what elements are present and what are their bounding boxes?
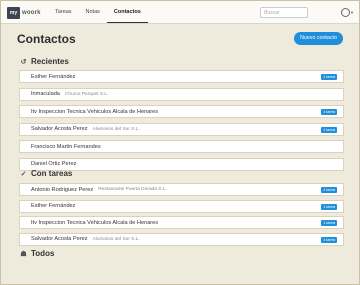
contact-name[interactable]: Salvador Acosta Perez: [31, 126, 88, 132]
contact-row[interactable]: Esther Fernández 1 tarea: [19, 70, 344, 83]
top-nav-bar: my woork Tareas Notas Contactos Buscar ▼: [1, 1, 359, 24]
task-count-badge: 1 tarea: [321, 109, 337, 115]
task-count-badge: 1 tarea: [321, 74, 337, 80]
contact-row[interactable]: Itv Inspeccion Tecnica Vehiculos Alcala …: [19, 216, 344, 229]
task-count-badge: 1 tarea: [321, 203, 337, 210]
contact-row[interactable]: Salvador Acosta Perez Aluminios del Sur S…: [19, 122, 344, 136]
section-label: Todos: [31, 249, 55, 258]
contact-name[interactable]: Daniel Ortiz Perez: [31, 161, 76, 167]
task-count-badge: 1 tarea: [321, 220, 337, 226]
task-count-badge: 1 tarea: [321, 187, 337, 193]
section-todos: ☗ Todos: [19, 249, 54, 258]
users-icon: ☗: [20, 250, 27, 258]
nav-contactos[interactable]: Contactos: [106, 1, 148, 23]
contact-name[interactable]: Itv Inspeccion Tecnica Vehiculos Alcala …: [31, 109, 158, 115]
section-con-tareas: ✓ Con tareas: [19, 169, 73, 178]
nav-notas[interactable]: Notas: [79, 1, 107, 22]
contact-row[interactable]: Inmaculada Chumo Parquet S.L.: [19, 87, 344, 101]
section-label: Recientes: [31, 57, 69, 66]
contact-name[interactable]: Francisco Martin Fernandes: [31, 144, 101, 150]
contact-name[interactable]: Esther Fernández: [31, 203, 75, 209]
contact-organization: Chumo Parquet S.L.: [64, 91, 109, 97]
history-icon: ↺: [20, 58, 27, 66]
section-recientes: ↺ Recientes: [19, 57, 69, 66]
search-input[interactable]: Buscar: [260, 7, 308, 18]
contact-name[interactable]: Inmaculada: [31, 91, 60, 97]
contact-name[interactable]: Itv Inspeccion Tecnica Vehiculos Alcala …: [31, 220, 158, 226]
contact-row[interactable]: Salvador Acosta Perez Aluminios del Sur S…: [19, 232, 344, 246]
contact-organization: Restaurante Puerta Dorada S.L.: [98, 187, 167, 192]
logo-mark: my: [7, 7, 20, 19]
check-icon: ✓: [20, 170, 27, 178]
app-logo[interactable]: my woork: [7, 7, 41, 19]
user-icon[interactable]: [341, 8, 350, 17]
main-nav: Tareas Notas Contactos: [48, 1, 148, 23]
contact-organization: Aluminios del Sur S.L.: [92, 126, 140, 132]
contact-name[interactable]: Antonio Rodriguez Perez: [31, 187, 93, 193]
contact-row[interactable]: Esther Fernández 1 tarea: [19, 199, 344, 213]
new-contact-button[interactable]: Nuevo contacto: [294, 32, 343, 45]
contact-organization: Aluminios del Sur S.L.: [92, 236, 140, 242]
task-count-badge: 1 tarea: [321, 126, 337, 133]
page-title: Contactos: [17, 32, 76, 46]
task-count-badge: 1 tarea: [321, 236, 337, 243]
section-label: Con tareas: [31, 169, 73, 178]
nav-tareas[interactable]: Tareas: [48, 1, 79, 22]
chevron-down-icon[interactable]: ▼: [350, 10, 354, 15]
contact-name[interactable]: Salvador Acosta Perez: [31, 236, 88, 242]
contact-row[interactable]: Antonio Rodriguez Perez Restaurante Puert…: [19, 183, 344, 196]
contact-name[interactable]: Esther Fernández: [31, 74, 75, 80]
contact-row[interactable]: Itv Inspeccion Tecnica Vehiculos Alcala …: [19, 105, 344, 118]
contact-row[interactable]: Francisco Martin Fernandes: [19, 140, 344, 153]
app-window: my woork Tareas Notas Contactos Buscar ▼…: [0, 0, 360, 285]
logo-text: woork: [22, 10, 41, 16]
